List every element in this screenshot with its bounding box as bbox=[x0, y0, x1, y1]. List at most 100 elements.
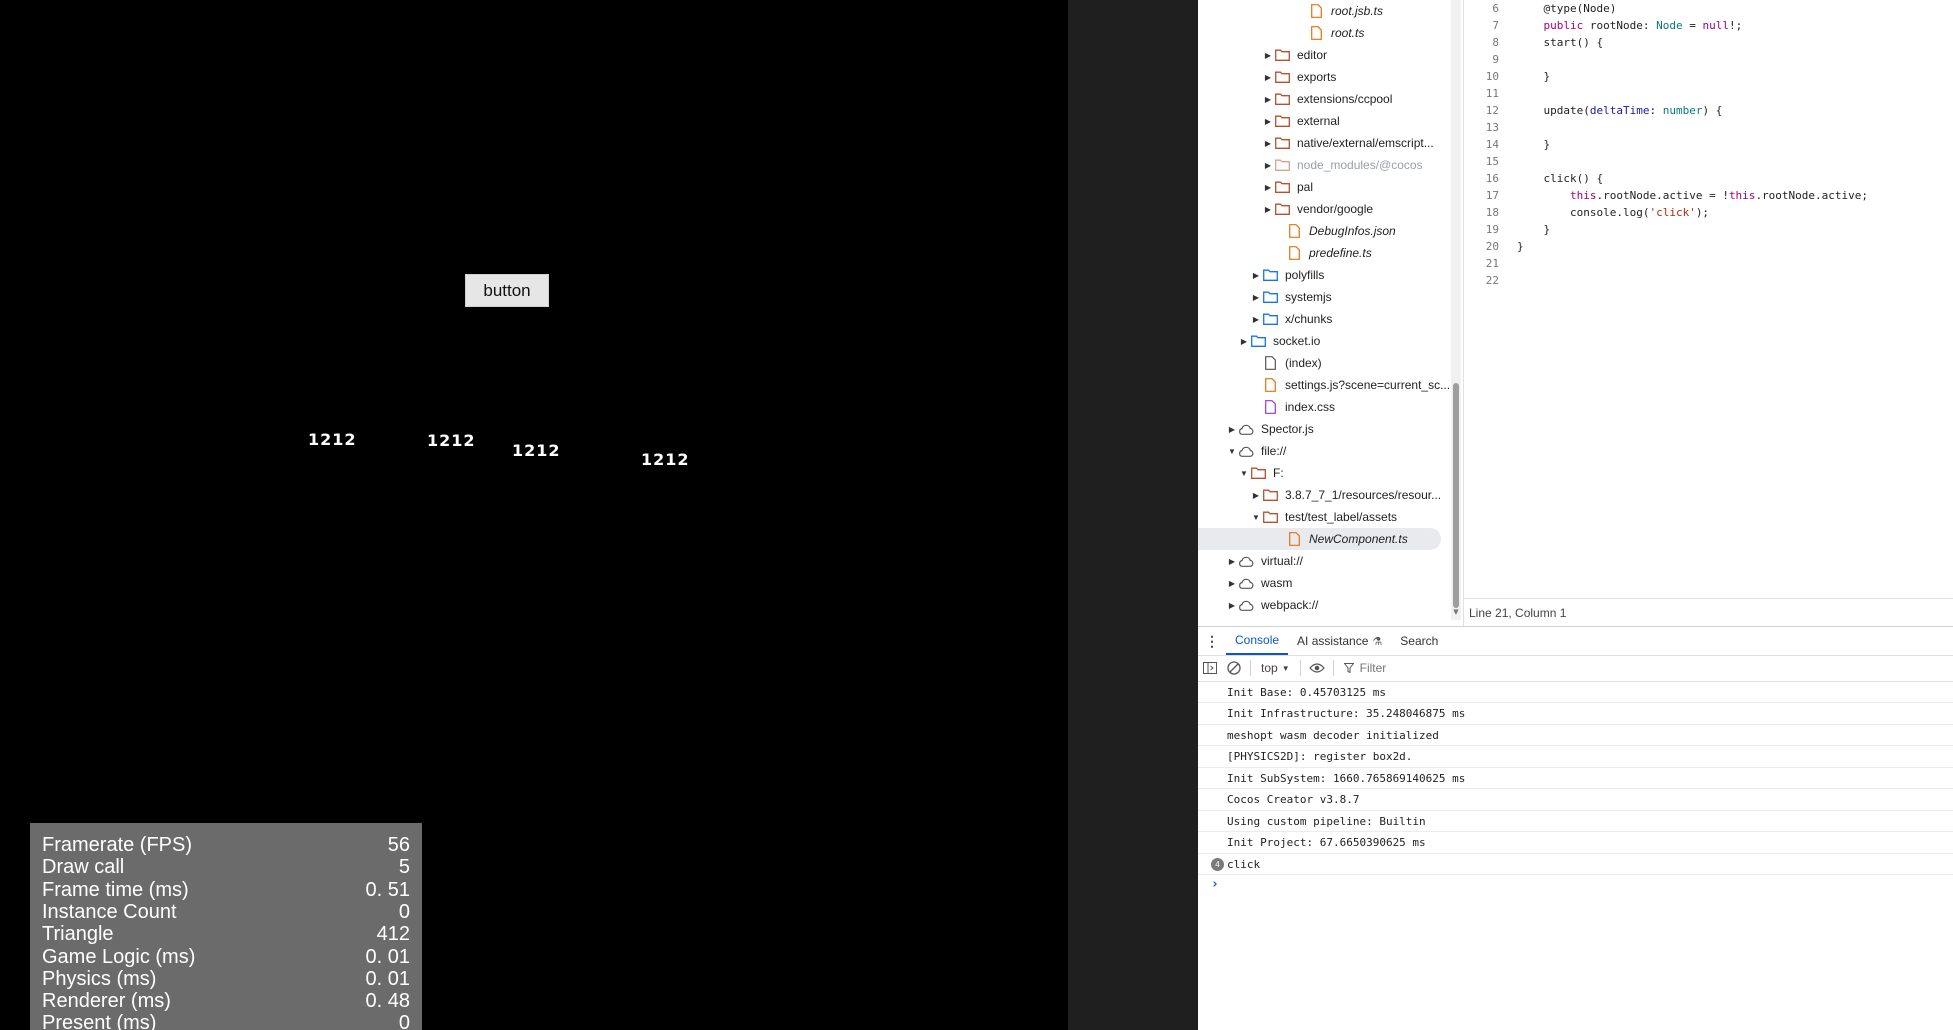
expand-arrow-icon[interactable]: ▶ bbox=[1262, 161, 1274, 170]
expand-arrow-icon[interactable]: ▶ bbox=[1226, 601, 1238, 610]
console-message[interactable]: meshopt wasm decoder initialized bbox=[1198, 725, 1953, 746]
code-line: 13 bbox=[1464, 119, 1517, 136]
expand-arrow-icon[interactable]: ▶ bbox=[1238, 337, 1250, 346]
tree-item[interactable]: ▶ exports bbox=[1198, 66, 1451, 88]
tree-item-label: vendor/google bbox=[1297, 202, 1374, 216]
more-tabs-icon[interactable]: ⋮ bbox=[1198, 633, 1226, 650]
tree-item[interactable]: ▶ 3.8.7_7_1/resources/resour... bbox=[1198, 484, 1451, 506]
expand-arrow-icon[interactable]: ▶ bbox=[1262, 95, 1274, 104]
console-message[interactable]: Cocos Creator v3.8.7 bbox=[1198, 790, 1953, 811]
tree-item[interactable]: ▶ virtual:// bbox=[1198, 550, 1451, 572]
tab-ai-assistance[interactable]: AI assistance ⚗ bbox=[1288, 627, 1391, 655]
tree-item[interactable]: root.jsb.ts bbox=[1198, 0, 1451, 22]
code-editor[interactable]: 6 @type(Node) 7 public rootNode: Node = n… bbox=[1463, 0, 1953, 598]
game-button[interactable]: button bbox=[465, 274, 549, 307]
folder-icon bbox=[1274, 180, 1290, 194]
clear-console-icon[interactable] bbox=[1222, 656, 1246, 680]
expand-arrow-icon[interactable]: ▶ bbox=[1226, 425, 1238, 434]
code-text: @type(Node) bbox=[1517, 2, 1617, 15]
stat-value: 412 bbox=[376, 923, 410, 946]
tree-item[interactable]: index.css bbox=[1198, 396, 1451, 418]
tree-item[interactable]: root.ts bbox=[1198, 22, 1451, 44]
tree-item[interactable]: ▶ node_modules/@cocos bbox=[1198, 154, 1451, 176]
line-number: 11 bbox=[1485, 87, 1499, 100]
tree-scrollbar-thumb[interactable] bbox=[1453, 383, 1459, 608]
stat-name: Game Logic (ms) bbox=[42, 945, 196, 968]
folder-icon bbox=[1262, 312, 1278, 326]
tree-item[interactable]: DebugInfos.json bbox=[1198, 220, 1451, 242]
tree-item[interactable]: settings.js?scene=current_sc... bbox=[1198, 374, 1451, 396]
code-line: 16 click() { bbox=[1464, 170, 1603, 187]
tree-item[interactable]: ▶ Spector.js bbox=[1198, 418, 1451, 440]
tree-item[interactable]: ▶ x/chunks bbox=[1198, 308, 1451, 330]
expand-arrow-icon[interactable]: ▶ bbox=[1262, 139, 1274, 148]
line-number: 16 bbox=[1485, 172, 1499, 185]
toolbar-separator bbox=[1299, 660, 1301, 676]
cloud-icon bbox=[1238, 576, 1254, 590]
tree-item[interactable]: ▶ external bbox=[1198, 110, 1451, 132]
tree-item[interactable]: ▶ systemjs bbox=[1198, 286, 1451, 308]
tree-item[interactable]: ▶ native/external/emscript... bbox=[1198, 132, 1451, 154]
code-line: 9 bbox=[1464, 51, 1517, 68]
filter-placeholder: Filter bbox=[1359, 661, 1387, 675]
tree-item-label: root.jsb.ts bbox=[1331, 4, 1384, 18]
collapse-arrow-icon[interactable]: ▼ bbox=[1226, 447, 1238, 456]
tree-item-label: socket.io bbox=[1273, 334, 1321, 348]
console-message[interactable]: Init Infrastructure: 35.248046875 ms bbox=[1198, 704, 1953, 725]
code-line: 6 @type(Node) bbox=[1464, 0, 1616, 17]
expand-arrow-icon[interactable]: ▶ bbox=[1226, 579, 1238, 588]
stat-name: Framerate (FPS) bbox=[42, 834, 193, 856]
scroll-down-icon[interactable]: ▼ bbox=[1451, 608, 1461, 620]
tree-item[interactable]: ▼ test/test_label/assets bbox=[1198, 506, 1451, 528]
tree-item[interactable]: ▶ socket.io bbox=[1198, 330, 1451, 352]
tree-item[interactable]: (index) bbox=[1198, 352, 1451, 374]
context-selector[interactable]: top ▼ bbox=[1255, 661, 1296, 675]
tree-item[interactable]: ▶ extensions/ccpool bbox=[1198, 88, 1451, 110]
tree-item-label: editor bbox=[1297, 48, 1328, 62]
tab-search[interactable]: Search bbox=[1391, 627, 1447, 655]
game-canvas[interactable]: button 1212 1212 1212 1212 Framerate (FP… bbox=[0, 0, 1068, 1030]
line-number: 8 bbox=[1492, 36, 1499, 49]
expand-arrow-icon[interactable]: ▶ bbox=[1250, 315, 1262, 324]
filter-input[interactable]: Filter bbox=[1338, 661, 1387, 675]
console-message[interactable]: Init Project: 67.6650390625 ms bbox=[1198, 833, 1953, 854]
console-message[interactable]: Init Base: 0.45703125 ms bbox=[1198, 682, 1953, 703]
tree-item-label: exports bbox=[1297, 70, 1337, 84]
console-message[interactable]: Init SubSystem: 1660.765869140625 ms bbox=[1198, 768, 1953, 789]
collapse-arrow-icon[interactable]: ▼ bbox=[1250, 513, 1262, 522]
expand-arrow-icon[interactable]: ▶ bbox=[1262, 117, 1274, 126]
code-line: 8 start() { bbox=[1464, 34, 1603, 51]
tree-item[interactable]: predefine.ts bbox=[1198, 242, 1451, 264]
tree-item[interactable]: ▼ F: bbox=[1198, 462, 1451, 484]
tree-item[interactable]: ▶ webpack:// bbox=[1198, 594, 1451, 616]
expand-arrow-icon[interactable]: ▶ bbox=[1262, 73, 1274, 82]
code-line: 10 } bbox=[1464, 68, 1550, 85]
console-prompt-icon[interactable]: › bbox=[1211, 877, 1219, 892]
console-message[interactable]: Using custom pipeline: Builtin bbox=[1198, 811, 1953, 832]
tab-console[interactable]: Console bbox=[1226, 627, 1289, 655]
console-message-grouped[interactable]: 4 click bbox=[1198, 854, 1953, 875]
folder-icon bbox=[1274, 158, 1290, 172]
tree-item-label: test/test_label/assets bbox=[1285, 510, 1398, 524]
collapse-arrow-icon[interactable]: ▼ bbox=[1238, 469, 1250, 478]
expand-arrow-icon[interactable]: ▶ bbox=[1262, 51, 1274, 60]
live-expression-eye-icon[interactable] bbox=[1305, 656, 1329, 680]
expand-arrow-icon[interactable]: ▶ bbox=[1250, 293, 1262, 302]
tree-item[interactable]: NewComponent.ts bbox=[1198, 528, 1441, 550]
sidebar-toggle-icon[interactable] bbox=[1198, 656, 1222, 680]
expand-arrow-icon[interactable]: ▶ bbox=[1262, 205, 1274, 214]
tree-item[interactable]: ▶ vendor/google bbox=[1198, 198, 1451, 220]
expand-arrow-icon[interactable]: ▶ bbox=[1262, 183, 1274, 192]
line-number: 18 bbox=[1485, 206, 1499, 219]
expand-arrow-icon[interactable]: ▶ bbox=[1226, 557, 1238, 566]
tree-item[interactable]: ▶ editor bbox=[1198, 44, 1451, 66]
tree-item[interactable]: ▶ wasm bbox=[1198, 572, 1451, 594]
expand-arrow-icon[interactable]: ▶ bbox=[1250, 271, 1262, 280]
tree-item-label: polyfills bbox=[1285, 268, 1325, 282]
console-message[interactable]: [PHYSICS2D]: register box2d. bbox=[1198, 747, 1953, 768]
expand-arrow-icon[interactable]: ▶ bbox=[1250, 491, 1262, 500]
tree-item[interactable]: ▼ file:// bbox=[1198, 440, 1451, 462]
tree-item[interactable]: ▶ polyfills bbox=[1198, 264, 1451, 286]
line-number: 13 bbox=[1485, 121, 1499, 134]
tree-item[interactable]: ▶ pal bbox=[1198, 176, 1451, 198]
